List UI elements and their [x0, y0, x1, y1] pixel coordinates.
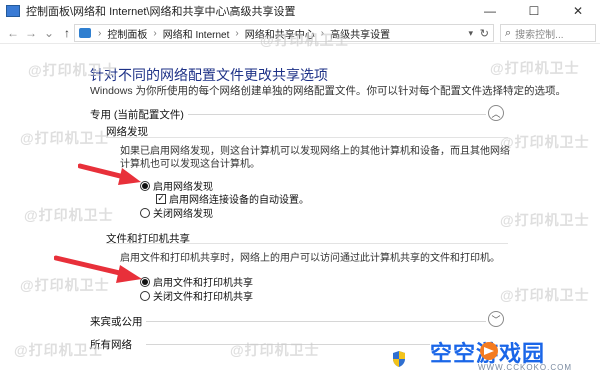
- search-icon: ⌕: [505, 26, 512, 39]
- brand-url: WWW.CCKOKO.COM: [478, 363, 572, 372]
- watermark-text: @打印机卫士: [20, 130, 110, 146]
- search-box[interactable]: ⌕ 搜索控制...: [500, 24, 596, 42]
- back-arrow-icon[interactable]: ←: [4, 26, 22, 40]
- file-printer-sharing-description: 启用文件和打印机共享时，网络上的用户可以访问通过此计算机共享的文件和打印机。: [120, 253, 500, 264]
- collapse-chevron-icon[interactable]: ︿: [488, 105, 504, 121]
- radio-unselected-icon[interactable]: [140, 290, 150, 301]
- minimize-button[interactable]: —: [468, 0, 512, 22]
- radio-disable-file-printer-sharing[interactable]: 关闭文件和打印机共享: [140, 288, 253, 303]
- control-panel-icon: [6, 5, 20, 17]
- network-discovery-description: 如果已启用网络发现，则这台计算机可以发现网络上的其他计算机和设备，而且其他网络计…: [120, 146, 510, 170]
- section-divider: [188, 114, 486, 115]
- radio-disable-network-discovery[interactable]: 关闭网络发现: [140, 205, 213, 220]
- section-divider: [106, 243, 508, 244]
- page-title: 针对不同的网络配置文件更改共享选项: [90, 67, 328, 83]
- uac-shield-icon: [393, 351, 405, 367]
- control-panel-icon: [79, 28, 91, 38]
- watermark-text: @打印机卫士: [28, 62, 118, 78]
- expand-chevron-icon[interactable]: ﹀: [488, 311, 504, 327]
- watermark-text: @打印机卫士: [500, 134, 590, 150]
- maximize-button[interactable]: ☐: [512, 0, 556, 22]
- breadcrumb-control-panel[interactable]: 控制面板: [104, 26, 150, 41]
- checkbox-auto-setup-devices[interactable]: ✓ 启用网络连接设备的自动设置。: [156, 191, 309, 206]
- watermark-text: @打印机卫士: [500, 287, 590, 303]
- watermark-text: @打印机卫士: [500, 212, 590, 228]
- checkbox-checked-icon[interactable]: ✓: [156, 193, 166, 204]
- forward-arrow-icon[interactable]: →: [22, 26, 40, 40]
- window-title: 控制面板\网络和 Internet\网络和共享中心\高级共享设置: [26, 6, 296, 18]
- profile-private-header[interactable]: 专用 (当前配置文件) ︿: [90, 105, 508, 123]
- section-divider: [106, 137, 508, 138]
- watermark-text: @打印机卫士: [20, 277, 110, 293]
- radio-enable-file-printer-sharing[interactable]: 启用文件和打印机共享: [140, 274, 253, 289]
- search-input[interactable]: 搜索控制...: [515, 26, 563, 41]
- profile-guest-public-label: 来宾或公用: [90, 316, 143, 328]
- title-bar: 控制面板\网络和 Internet\网络和共享中心\高级共享设置 — ☐ ✕: [0, 0, 600, 22]
- radio-unselected-icon[interactable]: [140, 207, 150, 218]
- refresh-icon[interactable]: ↻: [480, 27, 489, 40]
- watermark-text: @打印机卫士: [14, 342, 104, 358]
- watermark-text: @打印机卫士: [260, 32, 350, 48]
- watermark-text: @打印机卫士: [490, 60, 580, 76]
- breadcrumb-network-internet[interactable]: 网络和 Internet: [160, 26, 233, 41]
- watermark-text: @打印机卫士: [24, 207, 114, 223]
- recent-locations-chevron-icon[interactable]: ⌄: [40, 26, 58, 40]
- profile-guest-public-header[interactable]: 来宾或公用 ﹀: [90, 311, 508, 329]
- brand-logo: 空空游戏园 WWW.CCKOKO.COM: [430, 330, 600, 375]
- window-controls: — ☐ ✕: [468, 0, 600, 22]
- profile-private-label: 专用 (当前配置文件): [90, 109, 184, 121]
- section-divider: [146, 321, 486, 322]
- page-subtitle: Windows 为你所使用的每个网络创建单独的网络配置文件。你可以针对每个配置文…: [90, 85, 567, 97]
- brand-logo-icon: [480, 342, 498, 360]
- close-button[interactable]: ✕: [556, 0, 600, 22]
- address-dropdown-icon[interactable]: ▾: [468, 28, 473, 39]
- annotation-arrow-icon: [78, 163, 141, 185]
- watermark-text: @打印机卫士: [230, 342, 320, 358]
